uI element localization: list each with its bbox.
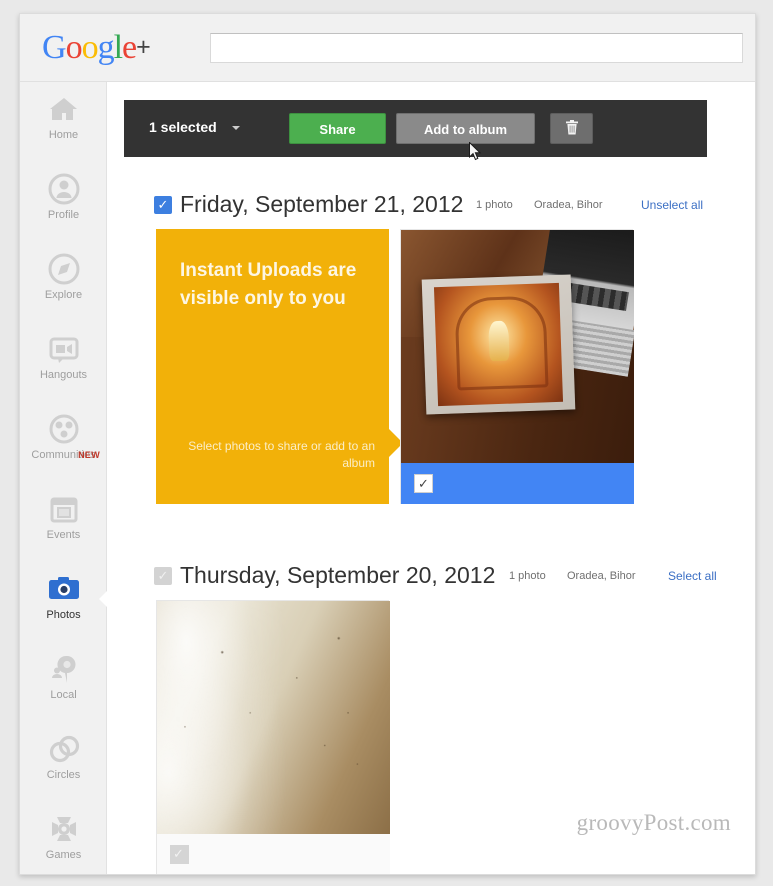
chevron-down-icon[interactable] <box>232 126 240 130</box>
section-2-date-title: Thursday, September 20, 2012 <box>180 562 496 588</box>
photo-tile-2[interactable]: ✓ <box>156 600 390 874</box>
sidebar-item-circles[interactable]: Circles <box>20 732 107 802</box>
communities-new-badge: NEW <box>78 450 100 460</box>
photo-1-artwork <box>401 230 634 463</box>
communities-icon <box>47 412 81 446</box>
logo-plus-mark: + <box>136 33 151 61</box>
share-button[interactable]: Share <box>289 113 386 144</box>
date-section-header-2: ✓ Thursday, September 20, 2012 1 photo O… <box>124 559 734 591</box>
screenshot-root: Google+ Home Profile Explore Hangouts NE… <box>0 0 773 886</box>
photo-thumbnail-1[interactable] <box>401 230 634 463</box>
sidebar-label-games: Games <box>45 849 82 861</box>
sidebar-item-profile[interactable]: Profile <box>20 172 107 242</box>
main-content: 1 selected Share Add to album ✓ Friday, … <box>108 82 755 874</box>
check-icon: ✓ <box>157 197 169 212</box>
photo-tile-1[interactable]: ✓ <box>400 229 634 504</box>
top-bar: Google+ <box>20 14 755 82</box>
photo-2-checkbox[interactable]: ✓ <box>170 845 189 864</box>
profile-icon <box>47 172 81 206</box>
sidebar-item-communities[interactable]: NEW Communities <box>20 412 107 482</box>
trash-icon <box>565 120 579 138</box>
sidebar-item-games[interactable]: Games <box>20 812 107 874</box>
calendar-icon <box>47 492 81 526</box>
home-icon <box>47 92 81 126</box>
circles-icon <box>47 732 81 766</box>
sidebar-label-photos: Photos <box>46 609 81 621</box>
logo-letter-g2: g <box>97 29 115 66</box>
photo-1-selection-bar: ✓ <box>401 463 634 504</box>
sidebar-label-local: Local <box>50 689 77 701</box>
section-2-select-all-link[interactable]: Select all <box>668 559 717 593</box>
date-section-header-1: ✓ Friday, September 21, 2012 1 photo Ora… <box>124 188 734 220</box>
camera-icon <box>47 572 81 606</box>
check-icon: ✓ <box>157 568 169 583</box>
section-2-select-checkbox[interactable]: ✓ <box>154 567 172 585</box>
logo-letter-o2: o <box>81 29 99 66</box>
left-navigation-sidebar: Home Profile Explore Hangouts NEW Commun… <box>20 82 108 874</box>
games-icon <box>47 812 81 846</box>
sidebar-label-profile: Profile <box>47 209 80 221</box>
photo-1-checkbox[interactable]: ✓ <box>414 474 433 493</box>
sidebar-label-circles: Circles <box>46 769 81 781</box>
map-pin-icon <box>47 652 81 686</box>
search-input[interactable] <box>211 34 742 62</box>
selection-count-menu[interactable]: 1 selected <box>149 119 217 135</box>
section-2-location: Oradea, Bihor <box>567 570 636 582</box>
promo-subtext: Select photos to share or add to an albu… <box>188 439 375 470</box>
instant-uploads-promo-card: Instant Uploads are visible only to you … <box>156 229 403 504</box>
section-1-select-checkbox[interactable]: ✓ <box>154 196 172 214</box>
section-1-date-title: Friday, September 21, 2012 <box>180 191 464 217</box>
check-icon: ✓ <box>173 846 184 861</box>
search-box[interactable] <box>210 33 743 63</box>
logo-letter-e: e <box>122 29 137 66</box>
groovypost-watermark: groovyPost.com <box>576 810 731 835</box>
google-plus-logo[interactable]: Google+ <box>42 29 151 66</box>
check-icon: ✓ <box>418 476 429 491</box>
video-chat-icon <box>47 332 81 366</box>
logo-letter-g1: G <box>42 29 67 66</box>
sidebar-item-events[interactable]: Events <box>20 492 107 562</box>
delete-button[interactable] <box>550 113 593 144</box>
sidebar-label-hangouts: Hangouts <box>39 369 88 381</box>
sidebar-item-home[interactable]: Home <box>20 92 107 162</box>
active-nav-pointer <box>99 590 108 608</box>
promo-headline: Instant Uploads are visible only to you <box>180 260 357 309</box>
browser-page: Google+ Home Profile Explore Hangouts NE… <box>19 13 756 875</box>
sidebar-item-explore[interactable]: Explore <box>20 252 107 322</box>
sidebar-item-local[interactable]: Local <box>20 652 107 722</box>
add-to-album-button[interactable]: Add to album <box>396 113 535 144</box>
section-1-unselect-all-link[interactable]: Unselect all <box>641 188 703 222</box>
logo-letter-o1: o <box>65 29 83 66</box>
photo-thumbnail-2[interactable] <box>157 601 390 834</box>
photo-2-selection-bar: ✓ <box>157 834 390 874</box>
sidebar-label-events: Events <box>46 529 81 541</box>
section-2-photo-count: 1 photo <box>509 570 546 582</box>
sidebar-item-hangouts[interactable]: Hangouts <box>20 332 107 402</box>
compass-icon <box>47 252 81 286</box>
sidebar-item-photos[interactable]: Photos <box>20 572 108 642</box>
sidebar-label-explore: Explore <box>44 289 83 301</box>
sidebar-label-home: Home <box>48 129 79 141</box>
selection-action-bar: 1 selected Share Add to album <box>124 100 707 161</box>
logo-letter-l: l <box>113 29 124 66</box>
section-1-location: Oradea, Bihor <box>534 199 603 211</box>
photo-2-artwork <box>157 601 390 834</box>
section-1-photo-count: 1 photo <box>476 199 513 211</box>
